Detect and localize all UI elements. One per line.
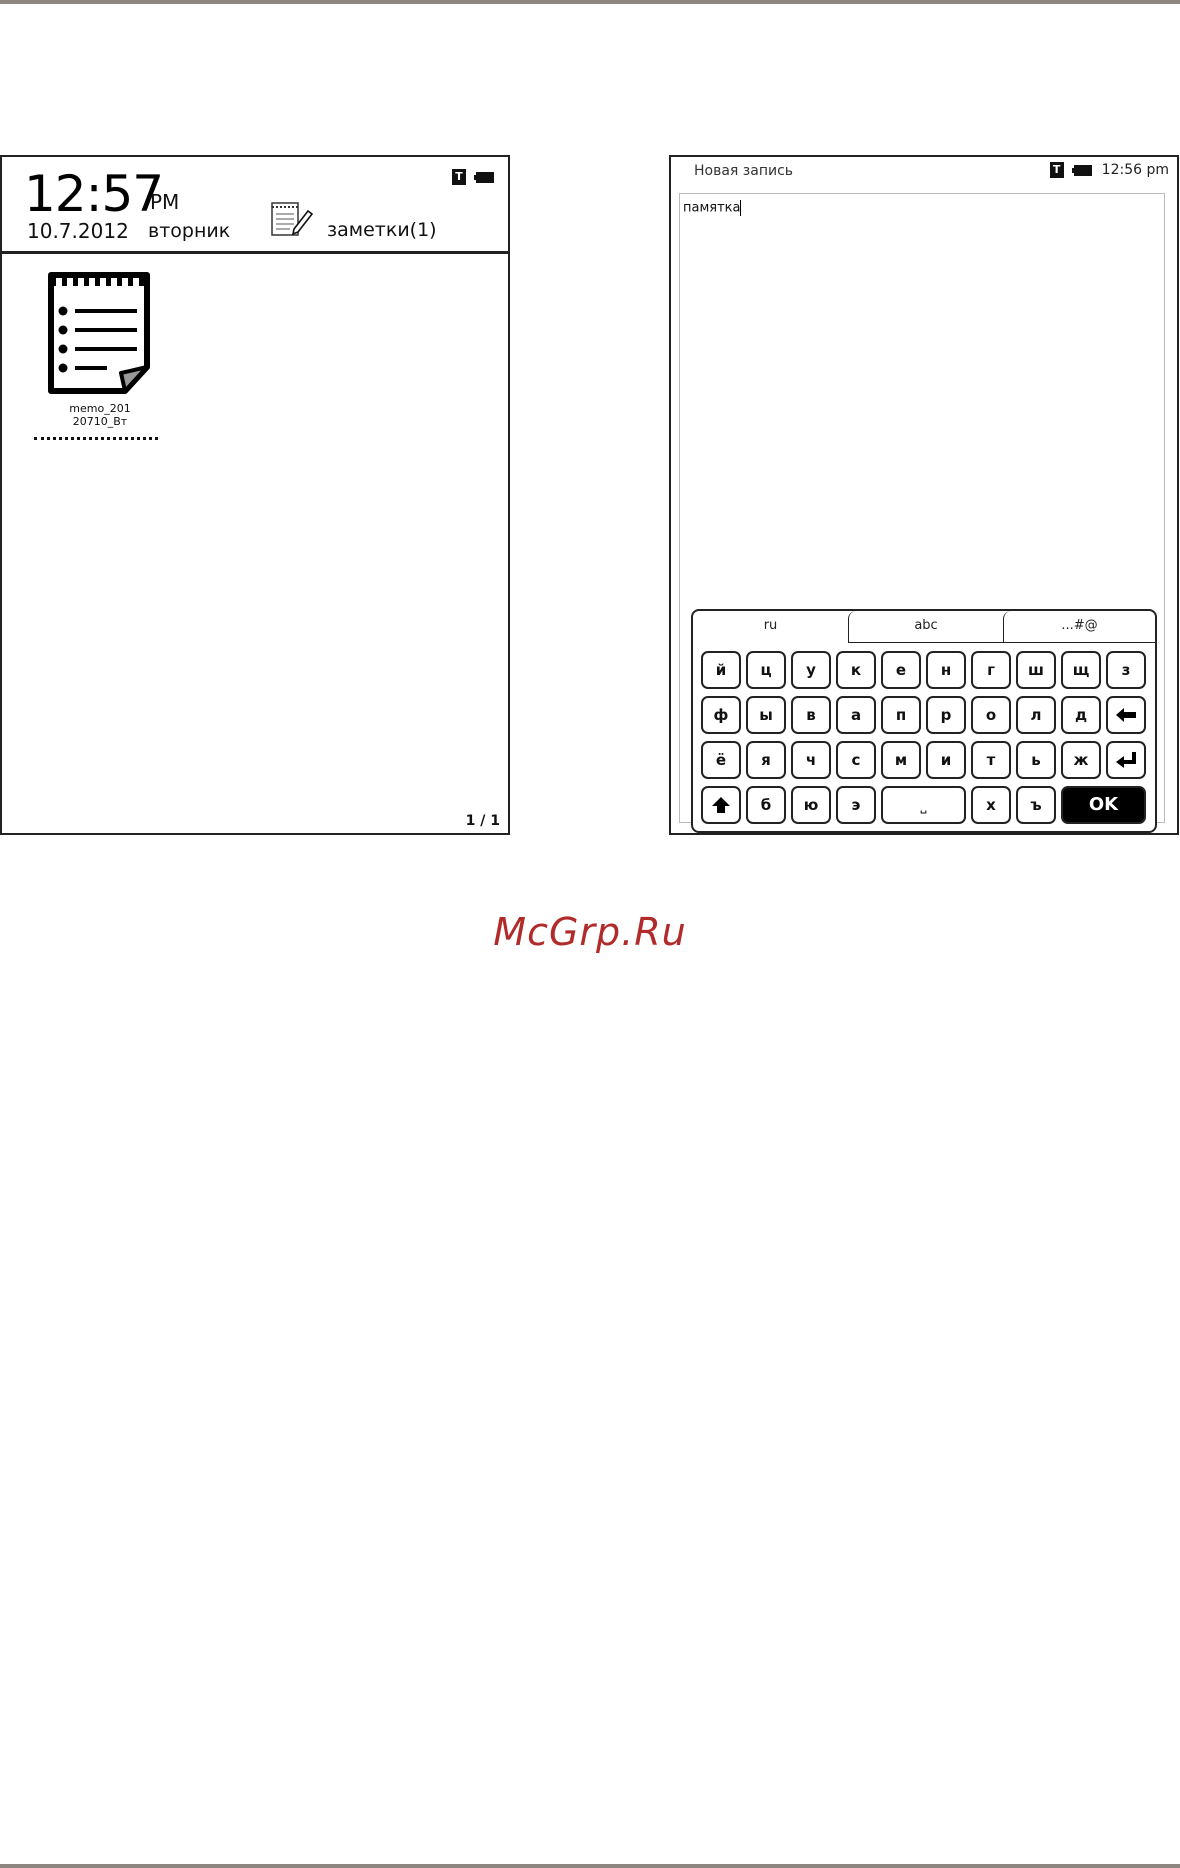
key-н[interactable]: н: [926, 651, 966, 689]
date-label: 10.7.2012: [27, 219, 129, 243]
t-status-icon: T: [452, 169, 466, 185]
key-п[interactable]: п: [881, 696, 921, 734]
key-у[interactable]: у: [791, 651, 831, 689]
watermark-text: McGrp.Ru: [493, 910, 687, 954]
key-б[interactable]: б: [746, 786, 786, 824]
key-ю[interactable]: ю: [791, 786, 831, 824]
status-bar: T 12:56 pm: [1049, 162, 1169, 178]
battery-icon: [1071, 164, 1092, 176]
key-ч[interactable]: ч: [791, 741, 831, 779]
key-э[interactable]: э: [836, 786, 876, 824]
text-caret: [740, 200, 742, 216]
backspace-key[interactable]: [1106, 696, 1146, 734]
page-top-rule: [0, 0, 1180, 4]
notes-count-label[interactable]: заметки(1): [327, 219, 437, 241]
shift-icon: [712, 797, 730, 813]
page-indicator: 1 / 1: [465, 813, 500, 829]
key-ы[interactable]: ы: [746, 696, 786, 734]
status-time: 12:56 pm: [1101, 162, 1169, 178]
key-о[interactable]: о: [971, 696, 1011, 734]
key-ь[interactable]: ь: [1016, 741, 1056, 779]
key-ш[interactable]: ш: [1016, 651, 1056, 689]
key-й[interactable]: й: [701, 651, 741, 689]
tab-ru[interactable]: ru: [693, 611, 848, 643]
key-ё[interactable]: ё: [701, 741, 741, 779]
key-е[interactable]: е: [881, 651, 921, 689]
note-text[interactable]: памятка: [683, 200, 742, 216]
enter-icon: [1116, 752, 1136, 768]
weekday-label: вторник: [148, 220, 231, 242]
key-и[interactable]: и: [926, 741, 966, 779]
selection-underline: [34, 437, 158, 440]
key-ц[interactable]: ц: [746, 651, 786, 689]
key-щ[interactable]: щ: [1061, 651, 1101, 689]
clock-ampm: PM: [150, 190, 180, 214]
note-header: Новая запись T 12:56 pm: [671, 157, 1177, 187]
arrow-left-icon: [1116, 708, 1136, 722]
t-status-icon: T: [1049, 162, 1064, 178]
new-note-screen: Новая запись T 12:56 pm памятка ru abc .…: [669, 155, 1179, 835]
key-а[interactable]: а: [836, 696, 876, 734]
key-х[interactable]: х: [971, 786, 1011, 824]
key-д[interactable]: д: [1061, 696, 1101, 734]
key-л[interactable]: л: [1016, 696, 1056, 734]
key-ъ[interactable]: ъ: [1016, 786, 1056, 824]
home-header: 12:57 PM 10.7.2012 вторник заметки(1) T: [2, 157, 508, 254]
tab-symbols[interactable]: ...#@: [1003, 611, 1155, 643]
tab-abc[interactable]: abc: [848, 611, 1003, 643]
on-screen-keyboard: ru abc ...#@ й ц у к е н г ш щ з ф ы в а…: [691, 609, 1157, 833]
key-я[interactable]: я: [746, 741, 786, 779]
status-bar: T: [452, 169, 494, 185]
key-г[interactable]: г: [971, 651, 1011, 689]
keyboard-tabs: ru abc ...#@: [693, 611, 1155, 643]
shift-key[interactable]: [701, 786, 741, 824]
enter-key[interactable]: [1106, 741, 1146, 779]
key-к[interactable]: к: [836, 651, 876, 689]
home-screen: 12:57 PM 10.7.2012 вторник заметки(1) T: [0, 155, 510, 835]
key-р[interactable]: р: [926, 696, 966, 734]
key-м[interactable]: м: [881, 741, 921, 779]
ok-button[interactable]: OK: [1061, 786, 1146, 824]
key-с[interactable]: с: [836, 741, 876, 779]
key-ф[interactable]: ф: [701, 696, 741, 734]
space-key[interactable]: ⎵: [881, 786, 966, 824]
key-з[interactable]: з: [1106, 651, 1146, 689]
battery-icon: [474, 171, 494, 183]
note-text-value: памятка: [683, 200, 741, 216]
memo-document-icon: [48, 272, 150, 394]
screen-title: Новая запись: [694, 163, 794, 179]
key-т[interactable]: т: [971, 741, 1011, 779]
page-bottom-rule: [0, 1864, 1180, 1868]
notepad-pencil-icon[interactable]: [270, 199, 314, 239]
key-в[interactable]: в: [791, 696, 831, 734]
key-ж[interactable]: ж: [1061, 741, 1101, 779]
memo-file-name: memo_201 20710_Вт: [69, 402, 131, 428]
clock-time: 12:57: [24, 165, 164, 223]
